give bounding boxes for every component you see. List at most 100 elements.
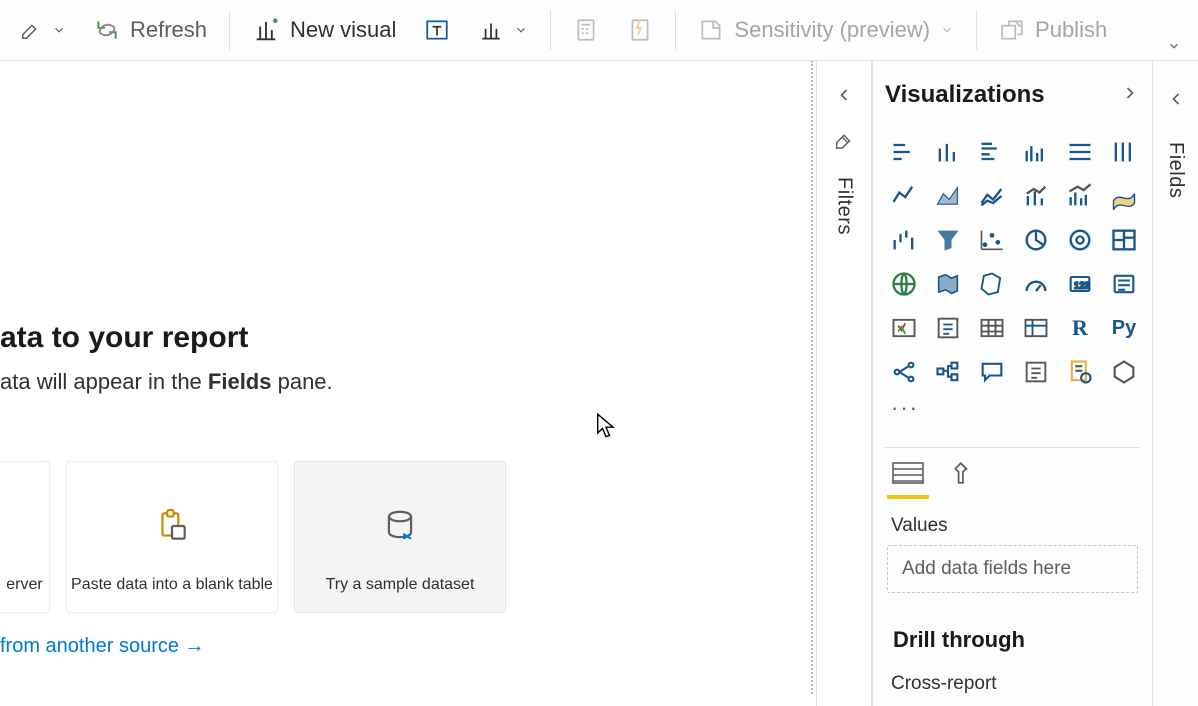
viz-treemap[interactable] [1105, 221, 1143, 259]
viz-clustered-column[interactable] [1017, 133, 1055, 171]
viz-clustered-bar[interactable] [973, 133, 1011, 171]
expand-fields-button[interactable] [1166, 89, 1186, 114]
clipboard-icon [153, 506, 191, 546]
viz-multi-row-card[interactable] [1105, 265, 1143, 303]
chevron-down-icon [940, 23, 954, 37]
new-visual-icon [252, 16, 280, 44]
card-paste-data[interactable]: Paste data into a blank table [66, 461, 278, 613]
values-dropzone[interactable]: Add data fields here [887, 545, 1138, 593]
separator [229, 10, 230, 50]
values-section-label: Values [891, 515, 1140, 537]
refresh-label: Refresh [130, 17, 207, 43]
viz-pie[interactable] [1017, 221, 1055, 259]
add-data-subtitle: ata will appear in the Fields pane. [0, 369, 333, 395]
cross-report-label: Cross-report [891, 673, 1140, 695]
more-visuals-button[interactable] [464, 11, 542, 49]
publish-button[interactable]: Publish [985, 11, 1121, 49]
chevron-down-icon [52, 23, 66, 37]
viz-python[interactable]: Py [1105, 309, 1143, 347]
report-canvas[interactable]: ata to your report ata will appear in th… [0, 61, 808, 706]
collapse-viz-button[interactable] [1120, 83, 1140, 108]
fields-well-tab[interactable] [891, 460, 925, 499]
ribbon-split-partial[interactable] [6, 13, 80, 47]
data-source-cards: erver Paste data into a blank table Try … [0, 461, 506, 613]
pane-resize-handle[interactable] [808, 61, 816, 706]
refresh-button[interactable]: Refresh [80, 11, 221, 49]
viz-shape-map[interactable] [973, 265, 1011, 303]
quick-measure-icon [627, 17, 653, 43]
svg-text:123: 123 [1074, 281, 1090, 291]
card-label: erver [6, 576, 42, 594]
viz-area[interactable] [929, 177, 967, 215]
pencil-icon [20, 19, 42, 41]
separator [550, 10, 551, 50]
viz-stacked-area[interactable] [973, 177, 1011, 215]
viz-paginated-report[interactable] [1061, 353, 1099, 391]
viz-line-column[interactable] [1017, 177, 1055, 215]
ribbon: Refresh New visual [0, 0, 1198, 61]
viz-qna[interactable] [973, 353, 1011, 391]
viz-kpi[interactable] [885, 309, 923, 347]
filters-pane-collapsed: Filters [816, 61, 872, 706]
card-label: Try a sample dataset [326, 576, 475, 594]
viz-smart-narrative[interactable] [1017, 353, 1055, 391]
drill-through-header: Drill through [893, 627, 1140, 653]
viz-get-more[interactable] [1105, 353, 1143, 391]
viz-key-influencers[interactable] [885, 353, 923, 391]
viz-more-options[interactable]: ··· [885, 397, 1143, 419]
card-sql-server[interactable]: erver [0, 461, 50, 613]
quick-measure-button[interactable] [613, 11, 667, 49]
clear-filters-icon[interactable] [833, 128, 855, 155]
viz-map[interactable] [885, 265, 923, 303]
cursor-icon [596, 413, 616, 444]
viz-table[interactable] [973, 309, 1011, 347]
viz-gauge[interactable] [1017, 265, 1055, 303]
text-box-button[interactable] [410, 11, 464, 49]
viz-100-stacked-bar[interactable] [1061, 133, 1099, 171]
viz-matrix[interactable] [1017, 309, 1055, 347]
separator [675, 10, 676, 50]
viz-line[interactable] [885, 177, 923, 215]
another-source-link[interactable]: from another source → [0, 635, 205, 658]
add-data-heading: ata to your report [0, 321, 248, 355]
filters-label: Filters [833, 177, 856, 235]
viz-waterfall[interactable] [885, 221, 923, 259]
card-sample-dataset[interactable]: Try a sample dataset [294, 461, 506, 613]
ribbon-overflow[interactable] [1160, 36, 1188, 56]
visualization-picker: 123 R Py ··· [885, 133, 1140, 435]
visualizations-title: Visualizations [885, 81, 1045, 109]
viz-stacked-bar[interactable] [885, 133, 923, 171]
viz-line-clustered-column[interactable] [1061, 177, 1099, 215]
viz-scatter[interactable] [973, 221, 1011, 259]
viz-stacked-column[interactable] [929, 133, 967, 171]
new-visual-button[interactable]: New visual [238, 10, 410, 50]
card-label: Paste data into a blank table [71, 576, 273, 594]
viz-100-stacked-column[interactable] [1105, 133, 1143, 171]
separator [976, 10, 977, 50]
viz-filled-map[interactable] [929, 265, 967, 303]
viz-r-script[interactable]: R [1061, 309, 1099, 347]
pane-tab-strip [885, 447, 1140, 503]
calculator-icon [573, 17, 599, 43]
viz-donut[interactable] [1061, 221, 1099, 259]
viz-card[interactable]: 123 [1061, 265, 1099, 303]
viz-slicer[interactable] [929, 309, 967, 347]
publish-label: Publish [1035, 17, 1107, 43]
viz-ribbon[interactable] [1105, 177, 1143, 215]
sensitivity-label: Sensitivity (preview) [734, 17, 930, 43]
more-visuals-icon [478, 17, 504, 43]
expand-filters-button[interactable] [834, 85, 854, 110]
viz-funnel[interactable] [929, 221, 967, 259]
format-tab[interactable] [951, 460, 977, 499]
viz-decomposition-tree[interactable] [929, 353, 967, 391]
sensitivity-button[interactable]: Sensitivity (preview) [684, 11, 968, 49]
chevron-down-icon [514, 23, 528, 37]
new-visual-label: New visual [290, 17, 396, 43]
refresh-icon [94, 17, 120, 43]
fields-label: Fields [1164, 142, 1187, 198]
text-box-icon [424, 17, 450, 43]
new-measure-button[interactable] [559, 11, 613, 49]
visualizations-pane: Visualizations [872, 61, 1152, 706]
fields-pane-collapsed: Fields [1152, 61, 1198, 706]
sensitivity-icon [698, 17, 724, 43]
